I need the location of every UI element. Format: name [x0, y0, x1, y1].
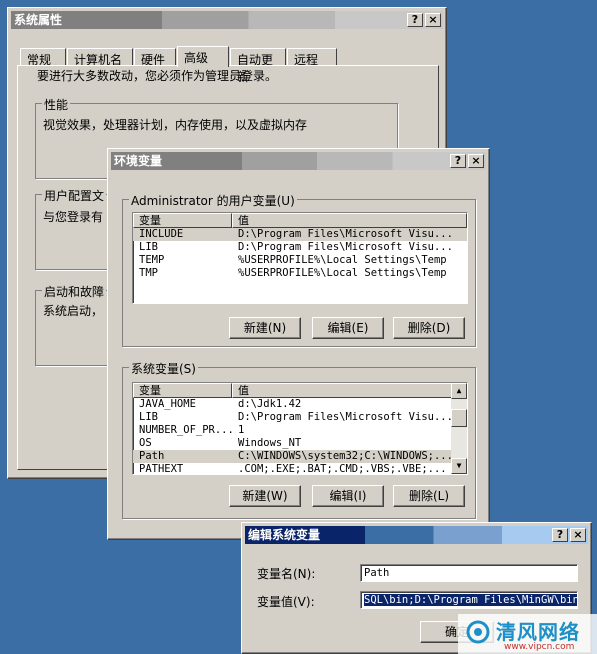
list-row[interactable]: LIB D:\Program Files\Microsoft Visu... [133, 241, 467, 254]
list-row[interactable]: INCLUDE D:\Program Files\Microsoft Visu.… [133, 228, 467, 241]
variable-value: %USERPROFILE%\Local Settings\Temp [238, 267, 447, 279]
list-row[interactable]: NUMBER_OF_PR... 1 [133, 424, 467, 437]
scroll-up-icon[interactable]: ▲ [451, 383, 467, 399]
help-button[interactable]: ? [552, 528, 568, 542]
variable-value: D:\Program Files\Microsoft Visu... [238, 241, 453, 253]
tab-hardware[interactable]: 硬件 [134, 48, 176, 67]
system-variables-list[interactable]: 变量 值 JAVA_HOME d:\Jdk1.42 LIB D:\Program… [132, 382, 468, 475]
variable-value: .COM;.EXE;.BAT;.CMD;.VBS;.VBE;... [238, 463, 447, 475]
column-header-value[interactable]: 值 [232, 383, 453, 398]
watermark-logo-icon [466, 620, 490, 644]
performance-group-label: 性能 [42, 96, 71, 113]
variable-value: C:\WINDOWS\system32;C:\WINDOWS;... [238, 450, 453, 462]
variable-value: 1 [238, 424, 245, 436]
performance-desc: 视觉效果，处理器计划，内存使用，以及虚拟内存 [43, 118, 308, 132]
edit-system-variable-title: 编辑系统变量 [248, 528, 321, 542]
variable-value: D:\Program Files\Microsoft Visu... [238, 228, 453, 240]
environment-variables-title: 环境变量 [114, 154, 163, 168]
system-edit-button[interactable]: 编辑(I) [312, 485, 384, 507]
variable-name-label: 变量名(N): [257, 567, 316, 581]
tab-advanced[interactable]: 高级 [177, 46, 229, 67]
variable-name: TEMP [139, 254, 165, 266]
system-properties-titlebar[interactable]: 系统属性 ? × [11, 11, 443, 29]
list-row[interactable]: PATHEXT .COM;.EXE;.BAT;.CMD;.VBS;.VBE;..… [133, 463, 467, 475]
column-header-variable[interactable]: 变量 [133, 213, 232, 228]
help-button[interactable]: ? [450, 154, 466, 168]
scroll-thumb[interactable] [451, 409, 467, 427]
system-properties-title: 系统属性 [14, 13, 63, 27]
user-delete-button[interactable]: 删除(D) [393, 317, 465, 339]
list-header: 变量 值 [133, 213, 467, 228]
variable-name: TMP [139, 267, 158, 279]
variable-name: INCLUDE [139, 228, 184, 240]
user-edit-button[interactable]: 编辑(E) [312, 317, 384, 339]
help-button[interactable]: ? [407, 13, 423, 27]
variable-name: Path [139, 450, 165, 462]
user-new-button[interactable]: 新建(N) [229, 317, 301, 339]
variable-value: D:\Program Files\Microsoft Visu... [238, 411, 453, 423]
edit-system-variable-titlebar[interactable]: 编辑系统变量 ? × [245, 526, 588, 544]
tab-remote[interactable]: 远程 [287, 48, 337, 67]
close-button[interactable]: × [570, 528, 586, 542]
variable-value: Windows_NT [238, 437, 302, 449]
variable-value-input[interactable]: SQL\bin;D:\Program Files\MinGW\bin; [360, 591, 578, 609]
tab-general[interactable]: 常规 [20, 48, 66, 67]
list-row[interactable]: TMP %USERPROFILE%\Local Settings\Temp [133, 267, 467, 280]
close-button[interactable]: × [468, 154, 484, 168]
user-profile-desc: 与您登录有 [43, 210, 104, 224]
variable-name: JAVA_HOME [139, 398, 196, 410]
user-variables-group-label: Administrator 的用户变量(U) [129, 192, 297, 209]
variable-name: LIB [139, 411, 158, 423]
watermark-brand: 清风网络 [496, 620, 580, 644]
watermark: 清风网络 www.vipcn.com [458, 614, 597, 654]
user-profile-group: 用户配置文 [35, 187, 115, 270]
variable-value-label: 变量值(V): [257, 595, 315, 609]
environment-variables-window: 环境变量 ? × Administrator 的用户变量(U) 变量 值 INC… [107, 148, 490, 540]
system-variables-scrollbar[interactable]: ▲ ▼ [451, 383, 467, 474]
variable-value-selection: SQL\bin;D:\Program Files\MinGW\bin; [364, 594, 577, 606]
list-header: 变量 值 [133, 383, 467, 398]
variable-value: d:\Jdk1.42 [238, 398, 302, 410]
list-row[interactable]: JAVA_HOME d:\Jdk1.42 [133, 398, 467, 411]
column-header-value[interactable]: 值 [232, 213, 467, 228]
close-button[interactable]: × [425, 13, 441, 27]
list-row[interactable]: TEMP %USERPROFILE%\Local Settings\Temp [133, 254, 467, 267]
variable-value: %USERPROFILE%\Local Settings\Temp [238, 254, 447, 266]
environment-variables-titlebar[interactable]: 环境变量 ? × [111, 152, 486, 170]
startup-recovery-group-label: 启动和故障 [42, 283, 107, 300]
system-new-button[interactable]: 新建(W) [229, 485, 301, 507]
tab-computer-name[interactable]: 计算机名 [67, 48, 133, 67]
variable-name-input[interactable]: Path [360, 564, 578, 582]
system-variables-group-label: 系统变量(S) [129, 360, 198, 377]
user-variables-list[interactable]: 变量 值 INCLUDE D:\Program Files\Microsoft … [132, 212, 468, 304]
variable-name: LIB [139, 241, 158, 253]
variable-name: PATHEXT [139, 463, 184, 475]
scroll-down-icon[interactable]: ▼ [451, 458, 467, 474]
user-profile-group-label: 用户配置文 [42, 187, 107, 204]
system-delete-button[interactable]: 删除(L) [393, 485, 465, 507]
list-row[interactable]: Path C:\WINDOWS\system32;C:\WINDOWS;... [133, 450, 467, 463]
variable-name: NUMBER_OF_PR... [139, 424, 232, 436]
list-row[interactable]: OS Windows_NT [133, 437, 467, 450]
watermark-url: www.vipcn.com [504, 642, 575, 652]
variable-name: OS [139, 437, 152, 449]
tab-auto-update[interactable]: 自动更新 [230, 48, 286, 84]
startup-recovery-desc: 系统启动， [43, 304, 104, 318]
list-row[interactable]: LIB D:\Program Files\Microsoft Visu... [133, 411, 467, 424]
column-header-variable[interactable]: 变量 [133, 383, 232, 398]
admin-note: 要进行大多数改动，您必须作为管理员登录。 [37, 69, 278, 83]
